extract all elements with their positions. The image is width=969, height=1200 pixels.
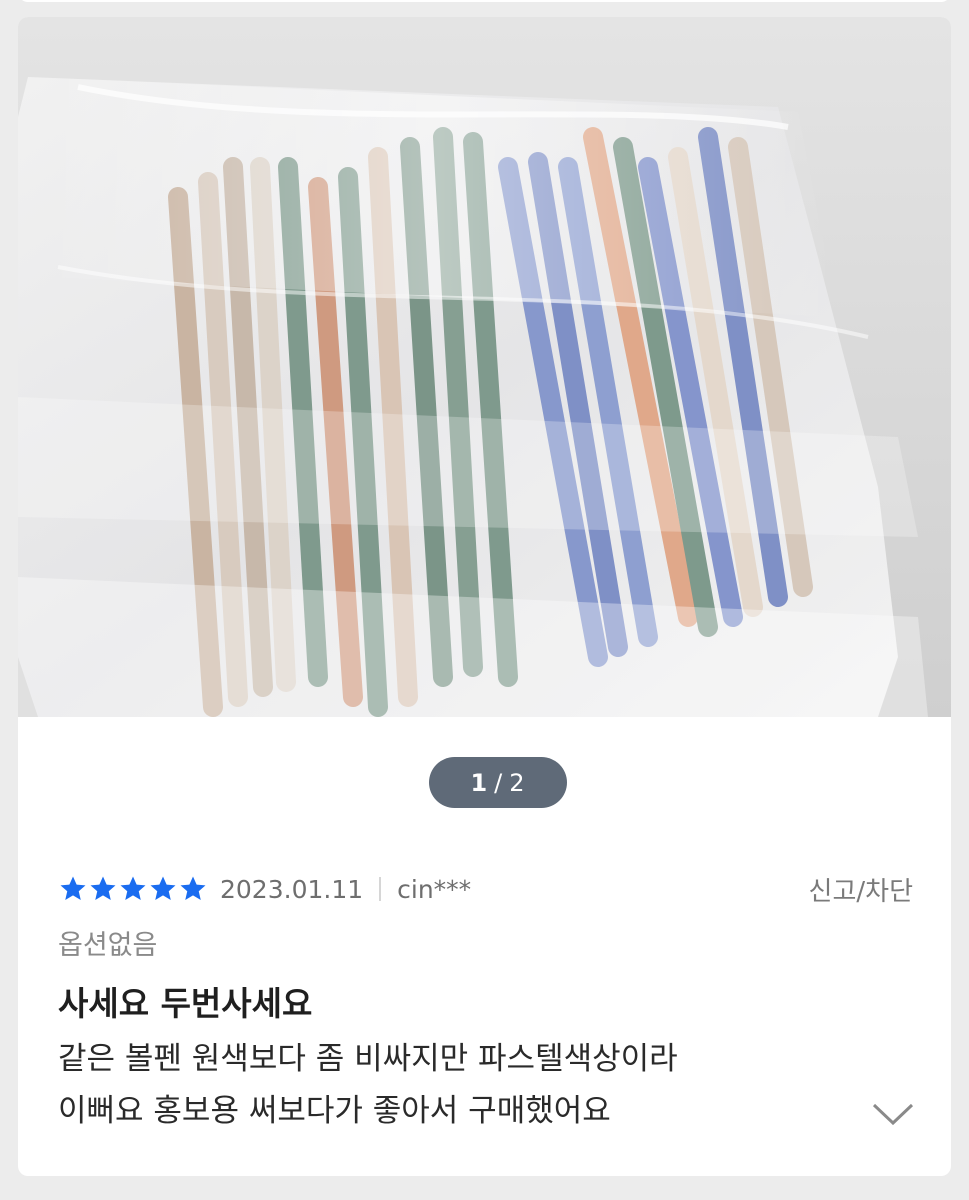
review-card: 1 / 2 2023.01.11 cin*** 신고/차단 옵션없음 사세요 두… — [18, 17, 951, 1176]
review-date: 2023.01.11 — [220, 874, 364, 904]
star-icon — [180, 876, 206, 900]
star-icon — [150, 876, 176, 900]
product-option: 옵션없음 — [58, 930, 158, 961]
previous-card-edge — [18, 0, 951, 2]
star-icon — [120, 876, 146, 900]
report-block-link[interactable]: 신고/차단 — [809, 871, 913, 908]
meta-divider — [379, 877, 382, 901]
star-rating — [58, 874, 208, 904]
reviewer-id: cin*** — [397, 874, 472, 904]
review-title: 사세요 두번사세요 — [58, 984, 313, 1023]
review-body-line: 이뻐요 홍보용 써보다가 좋아서 구매했어요 — [58, 1093, 611, 1129]
star-icon — [90, 876, 116, 900]
pager-current: 1 — [470, 768, 489, 797]
image-pager: 1 / 2 — [429, 757, 567, 808]
pager-separator: / — [494, 768, 504, 797]
review-body-line: 같은 볼펜 원색보다 좀 비싸지만 파스텔색상이라 — [58, 1041, 678, 1077]
star-icon — [60, 876, 86, 900]
review-body: 같은 볼펜 원색보다 좀 비싸지만 파스텔색상이라 이뻐요 홍보용 써보다가 좋… — [58, 1033, 858, 1137]
review-meta: 2023.01.11 cin*** 신고/차단 — [58, 869, 913, 909]
review-photo[interactable] — [18, 17, 951, 717]
pager-total: 2 — [509, 768, 526, 797]
chevron-down-icon[interactable] — [871, 1099, 915, 1129]
